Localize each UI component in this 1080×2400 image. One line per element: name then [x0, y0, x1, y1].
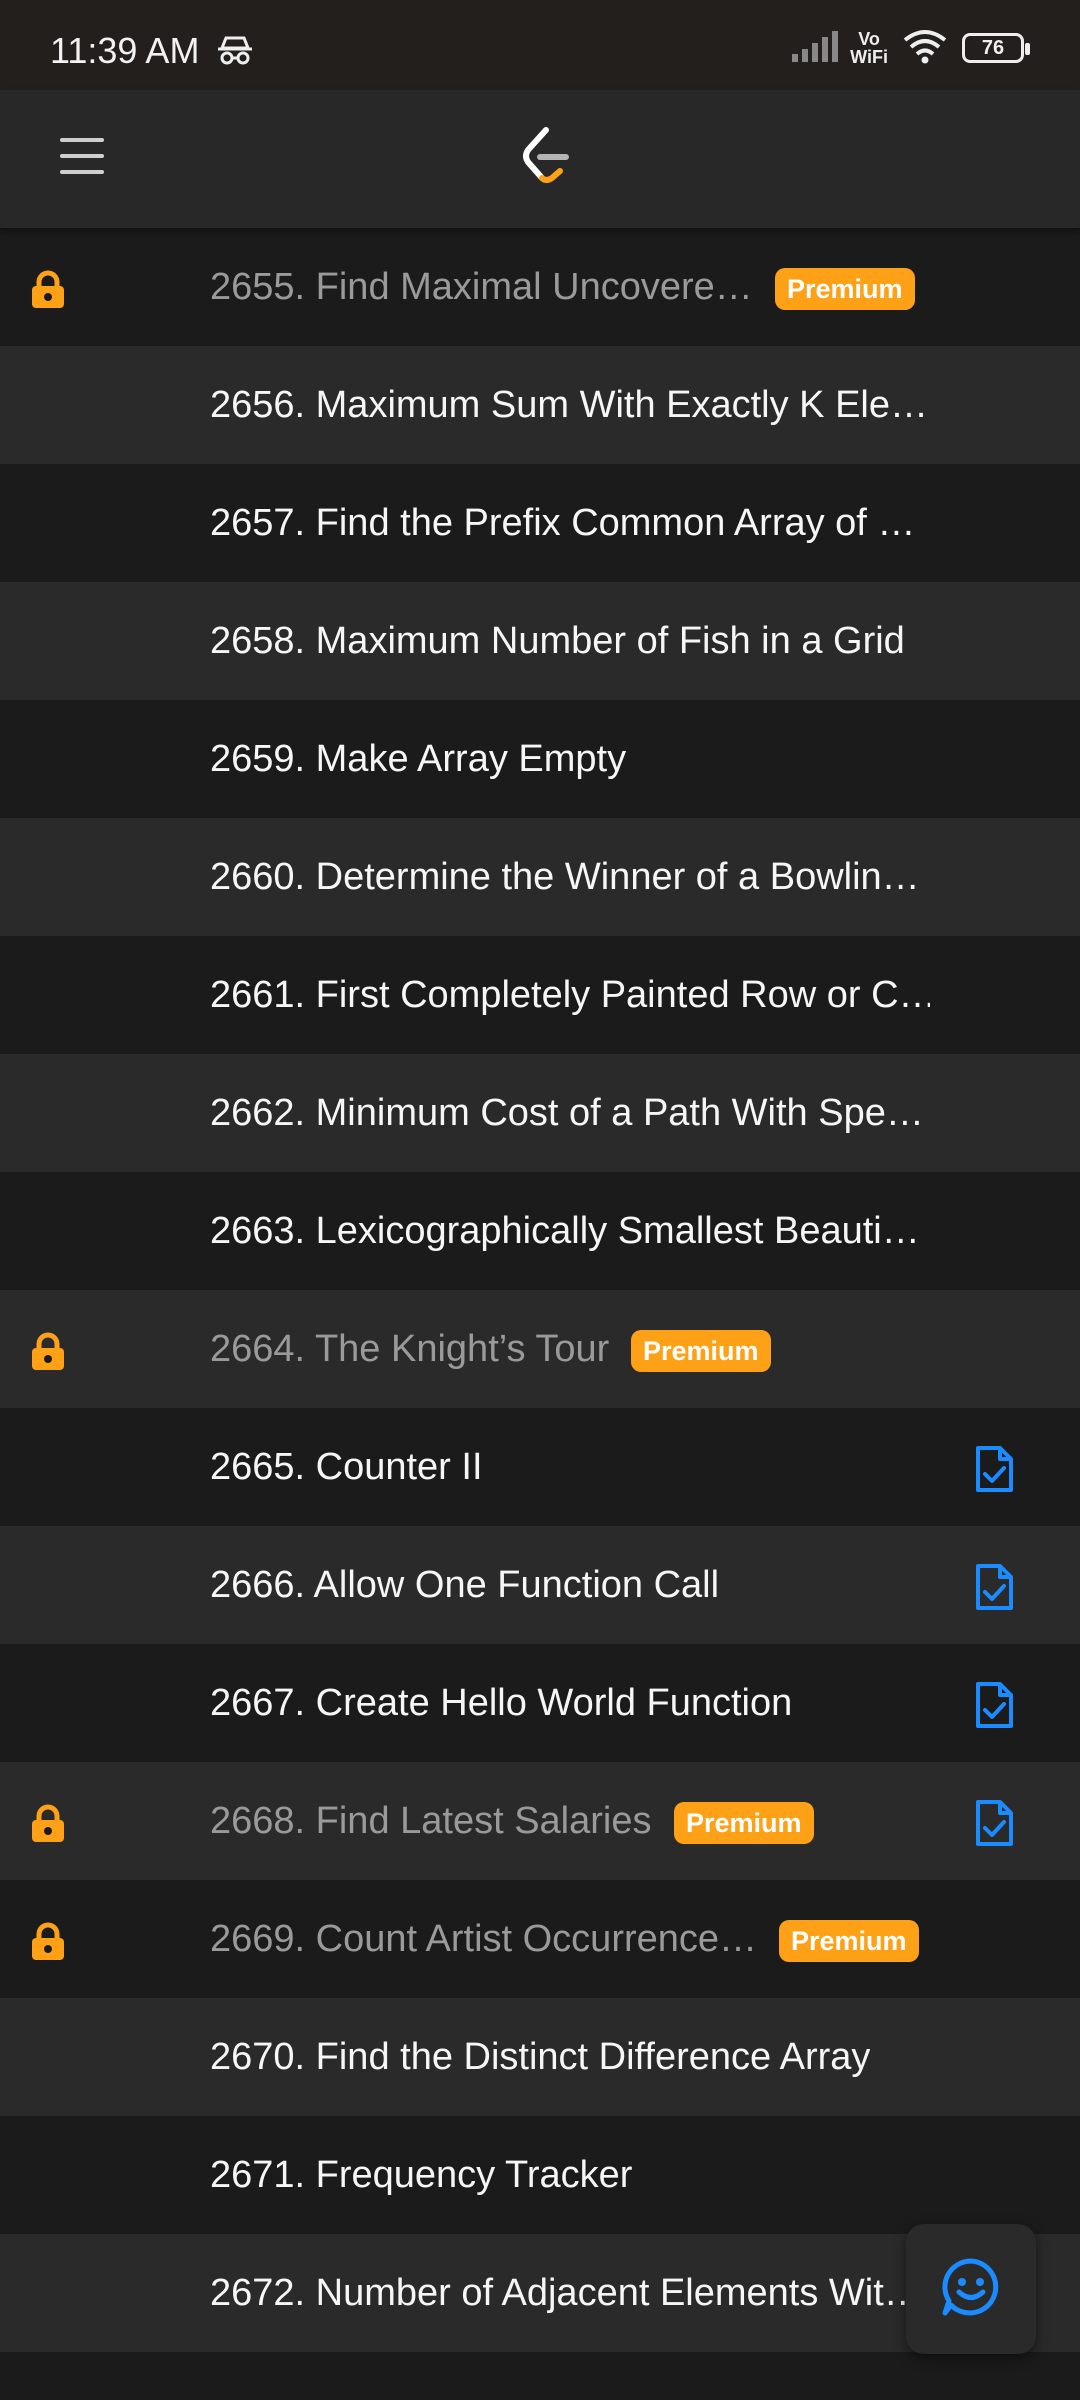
problem-row[interactable]: 2671. Frequency Tracker — [0, 2116, 1080, 2234]
problem-title: 2668. Find Latest Salaries — [210, 1799, 652, 1842]
problem-title: 2659. Make Array Empty — [210, 737, 627, 780]
solution-doc-icon[interactable] — [972, 1680, 1016, 1735]
leetcode-logo-icon — [516, 126, 572, 193]
problem-row[interactable]: 2655. Find Maximal Uncovere… Premium — [0, 228, 1080, 346]
problem-title: 2672. Number of Adjacent Elements Wit… — [210, 2271, 922, 2314]
battery-icon: 76 — [962, 33, 1030, 63]
problem-title: 2655. Find Maximal Uncovere… — [210, 265, 753, 308]
problem-title: 2656. Maximum Sum With Exactly K Ele… — [210, 383, 928, 426]
incognito-icon — [216, 36, 254, 71]
lock-icon — [28, 1332, 68, 1377]
vowifi-label: Vo WiFi — [850, 29, 888, 67]
problem-row[interactable]: 2664. The Knight’s Tour Premium — [0, 1290, 1080, 1408]
problem-title: 2671. Frequency Tracker — [210, 2153, 633, 2196]
problem-title: 2658. Maximum Number of Fish in a Grid — [210, 619, 905, 662]
problem-row[interactable]: 2656. Maximum Sum With Exactly K Ele… — [0, 346, 1080, 464]
feedback-button[interactable] — [906, 2224, 1036, 2354]
problem-row[interactable]: 2663. Lexicographically Smallest Beauti… — [0, 1172, 1080, 1290]
problem-row[interactable]: 2667. Create Hello World Function — [0, 1644, 1080, 1762]
problem-list: 2655. Find Maximal Uncovere… Premium 2656.… — [0, 228, 1080, 2352]
problem-title: 2662. Minimum Cost of a Path With Spe… — [210, 1091, 924, 1134]
problem-row[interactable]: 2658. Maximum Number of Fish in a Grid — [0, 582, 1080, 700]
premium-badge: Premium — [779, 1920, 919, 1962]
premium-badge: Premium — [674, 1802, 814, 1844]
problem-title: 2666. Allow One Function Call — [210, 1563, 720, 1606]
problem-row[interactable]: 2661. First Completely Painted Row or C… — [0, 936, 1080, 1054]
problem-row[interactable]: 2657. Find the Prefix Common Array of … — [0, 464, 1080, 582]
problem-row[interactable]: 2670. Find the Distinct Difference Array — [0, 1998, 1080, 2116]
solution-doc-icon[interactable] — [972, 1444, 1016, 1499]
problem-title: 2667. Create Hello World Function — [210, 1681, 793, 1724]
solution-doc-icon[interactable] — [972, 1562, 1016, 1617]
problem-row[interactable]: 2669. Count Artist Occurrence… Premium — [0, 1880, 1080, 1998]
feedback-smile-icon — [941, 2257, 1001, 2322]
status-bar: 11:39 AM Vo WiFi 76 — [0, 0, 1080, 90]
problem-title: 2661. First Completely Painted Row or C… — [210, 973, 930, 1016]
lock-icon — [28, 270, 68, 315]
problem-title: 2665. Counter II — [210, 1445, 483, 1488]
solution-doc-icon[interactable] — [972, 1798, 1016, 1853]
wifi-icon — [902, 28, 948, 69]
problem-row[interactable]: 2662. Minimum Cost of a Path With Spe… — [0, 1054, 1080, 1172]
problem-title: 2669. Count Artist Occurrence… — [210, 1917, 758, 1960]
problem-row[interactable]: 2659. Make Array Empty — [0, 700, 1080, 818]
lock-icon — [28, 1922, 68, 1967]
signal-icon — [790, 30, 840, 67]
lock-icon — [28, 1804, 68, 1849]
problem-row[interactable]: 2666. Allow One Function Call — [0, 1526, 1080, 1644]
problem-title: 2663. Lexicographically Smallest Beauti… — [210, 1209, 920, 1252]
problem-title: 2657. Find the Prefix Common Array of … — [210, 501, 916, 544]
problem-title: 2670. Find the Distinct Difference Array — [210, 2035, 871, 2078]
status-time: 11:39 AM — [50, 30, 200, 71]
menu-icon[interactable] — [60, 138, 104, 182]
app-bar — [0, 90, 1080, 228]
problem-title: 2664. The Knight’s Tour — [210, 1327, 610, 1370]
problem-row[interactable]: 2660. Determine the Winner of a Bowlin… — [0, 818, 1080, 936]
problem-row[interactable]: 2665. Counter II — [0, 1408, 1080, 1526]
premium-badge: Premium — [631, 1330, 771, 1372]
problem-title: 2660. Determine the Winner of a Bowlin… — [210, 855, 920, 898]
premium-badge: Premium — [775, 268, 915, 310]
status-icons: Vo WiFi 76 — [790, 26, 1030, 70]
battery-level: 76 — [981, 36, 1005, 59]
problem-row[interactable]: 2668. Find Latest Salaries Premium — [0, 1762, 1080, 1880]
